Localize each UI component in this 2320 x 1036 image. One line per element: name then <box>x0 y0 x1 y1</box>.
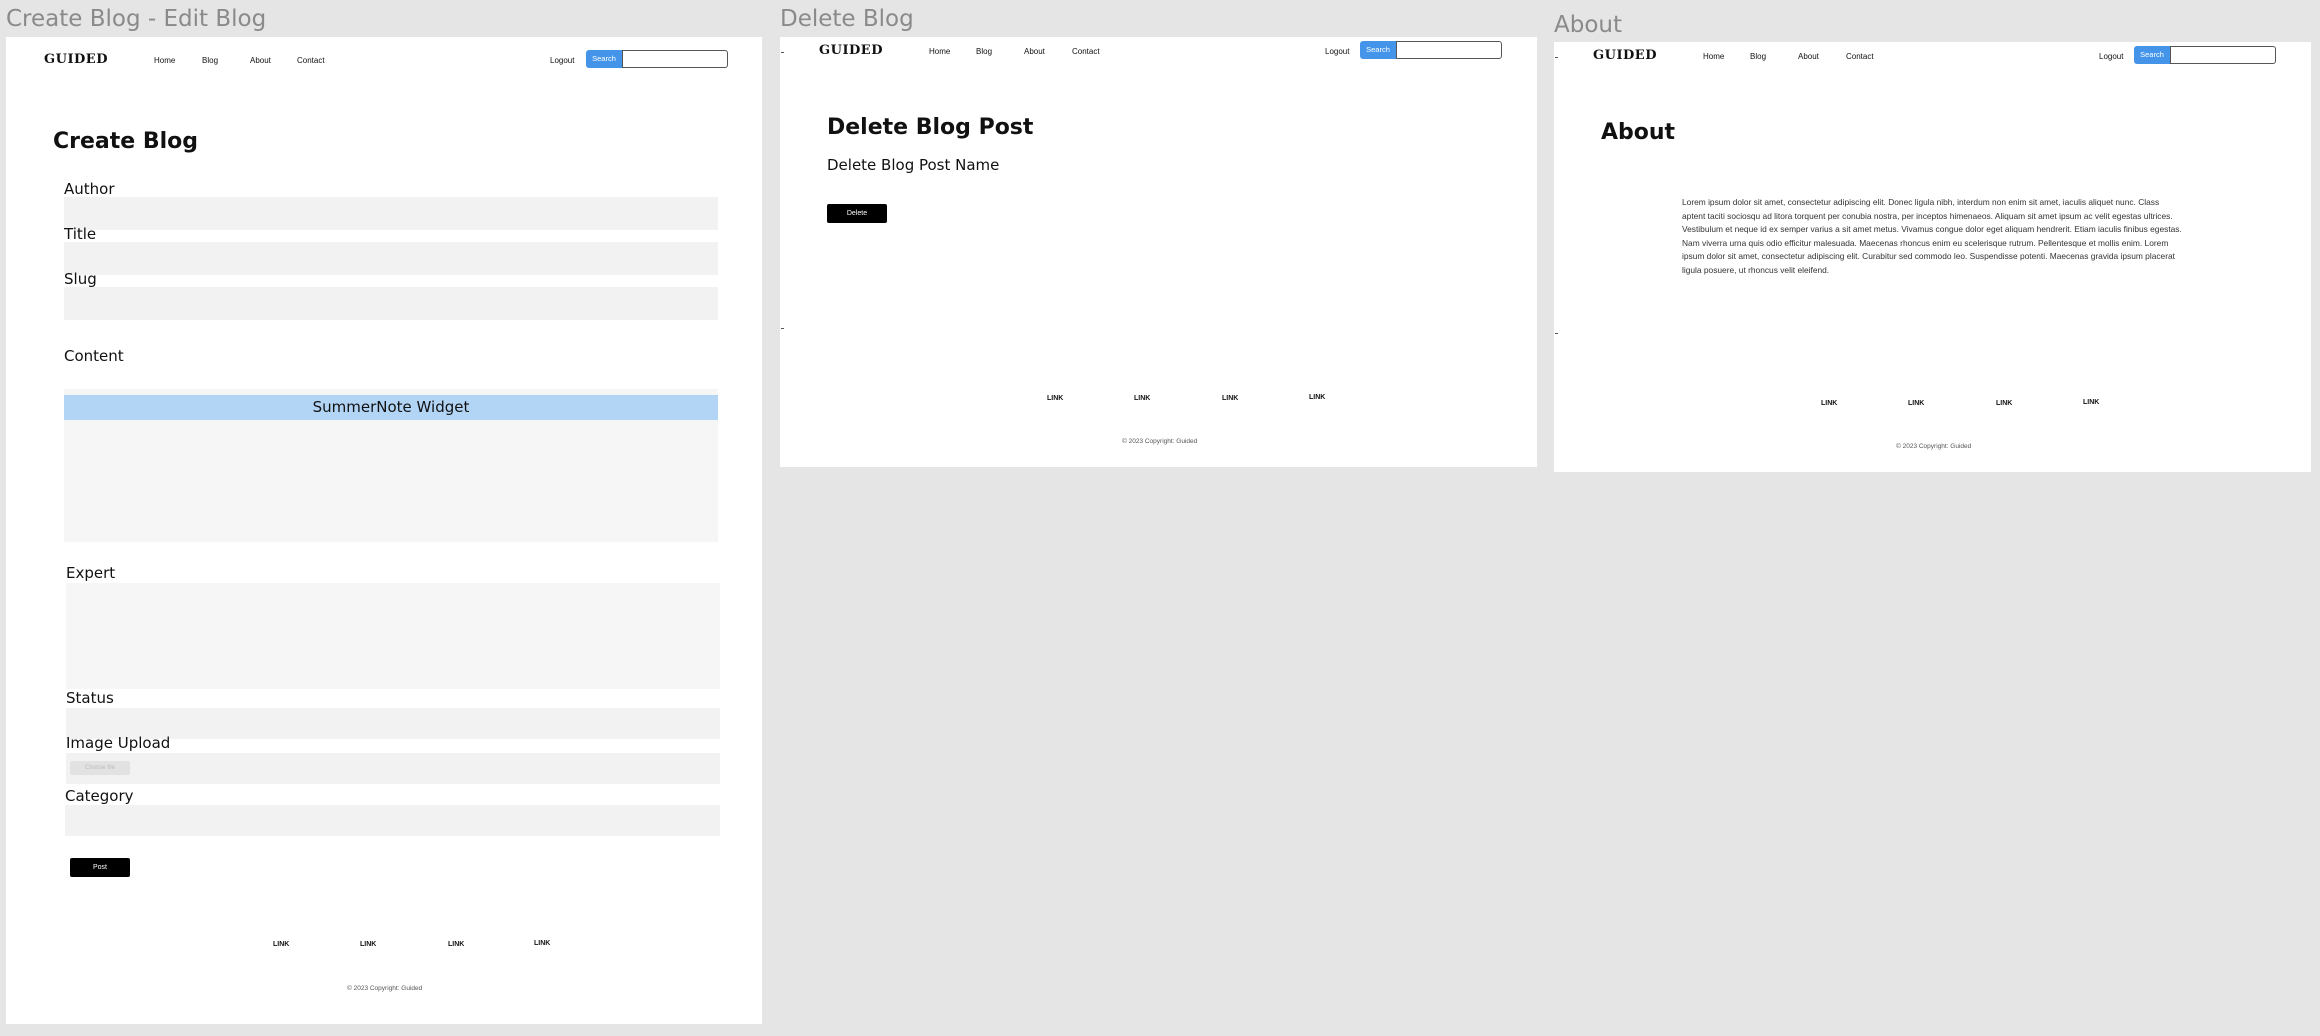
choose-file-button[interactable]: Choose file <box>70 761 130 775</box>
nav-about-link[interactable]: About <box>1024 47 1045 56</box>
search-input[interactable] <box>622 50 728 68</box>
title-label: Title <box>64 225 97 243</box>
post-button[interactable]: Post <box>70 858 130 877</box>
logo[interactable]: GUIDED <box>44 52 108 67</box>
footer-link-1[interactable]: LINK <box>1821 400 1837 407</box>
navbar: GUIDED Home Blog About Contact Logout Se… <box>1554 42 2311 86</box>
footer-link-2[interactable]: LINK <box>1908 400 1924 407</box>
category-field[interactable] <box>65 805 720 836</box>
frame-title-about: About <box>1554 12 1623 38</box>
delete-post-name: Delete Blog Post Name <box>827 156 1000 174</box>
expert-field[interactable] <box>66 583 720 689</box>
footer-link-1[interactable]: LINK <box>273 941 289 948</box>
frame-title-create: Create Blog - Edit Blog <box>6 6 267 32</box>
nav-blog-link[interactable]: Blog <box>976 47 992 56</box>
logo[interactable]: GUIDED <box>819 43 883 58</box>
about-body-text: Lorem ipsum dolor sit amet, consectetur … <box>1682 197 2182 275</box>
logo[interactable]: GUIDED <box>1593 48 1657 63</box>
nav-contact-link[interactable]: Contact <box>297 56 325 65</box>
search-button[interactable]: Search <box>586 50 622 68</box>
nav-home-link[interactable]: Home <box>929 47 950 56</box>
footer-link-3[interactable]: LINK <box>448 941 464 948</box>
logout-link[interactable]: Logout <box>2099 52 2123 61</box>
page-title: Delete Blog Post <box>827 115 1034 140</box>
footer-link-4[interactable]: LINK <box>2083 399 2099 406</box>
footer-link-4[interactable]: LINK <box>1309 394 1325 401</box>
frame-marker <box>781 328 784 329</box>
footer-link-4[interactable]: LINK <box>534 940 550 947</box>
nav-blog-link[interactable]: Blog <box>1750 52 1766 61</box>
footer-link-2[interactable]: LINK <box>1134 395 1150 402</box>
delete-blog-frame: GUIDED Home Blog About Contact Logout Se… <box>780 37 1537 467</box>
content-label: Content <box>64 347 124 365</box>
search-input[interactable] <box>2170 46 2276 64</box>
category-label: Category <box>65 787 134 805</box>
author-field[interactable] <box>64 197 718 230</box>
navbar: GUIDED Home Blog About Contact Logout Se… <box>780 37 1537 81</box>
nav-contact-link[interactable]: Contact <box>1072 47 1100 56</box>
footer-link-2[interactable]: LINK <box>360 941 376 948</box>
frame-title-delete: Delete Blog <box>780 6 914 32</box>
page-title: Create Blog <box>53 129 199 154</box>
nav-about-link[interactable]: About <box>1798 52 1819 61</box>
nav-home-link[interactable]: Home <box>154 56 175 65</box>
image-upload-label: Image Upload <box>66 734 171 752</box>
nav-contact-link[interactable]: Contact <box>1846 52 1874 61</box>
create-blog-frame: GUIDED Home Blog About Contact Logout Se… <box>6 37 762 1024</box>
footer-link-3[interactable]: LINK <box>1996 400 2012 407</box>
slug-field[interactable] <box>64 287 718 320</box>
navbar: GUIDED Home Blog About Contact Logout Se… <box>6 37 762 81</box>
search-button[interactable]: Search <box>1360 41 1396 59</box>
author-label: Author <box>64 180 115 198</box>
delete-button[interactable]: Delete <box>827 204 887 223</box>
copyright: © 2023 Copyright: Guided <box>1896 443 1972 450</box>
image-upload-field[interactable] <box>66 753 720 784</box>
nav-home-link[interactable]: Home <box>1703 52 1724 61</box>
logout-link[interactable]: Logout <box>1325 47 1349 56</box>
expert-label: Expert <box>66 564 116 582</box>
copyright: © 2023 Copyright: Guided <box>1122 438 1198 445</box>
nav-about-link[interactable]: About <box>250 56 271 65</box>
about-frame: GUIDED Home Blog About Contact Logout Se… <box>1554 42 2311 472</box>
copyright: © 2023 Copyright: Guided <box>347 985 423 992</box>
frame-marker <box>1555 333 1558 334</box>
search-input[interactable] <box>1396 41 1502 59</box>
search-button[interactable]: Search <box>2134 46 2170 64</box>
status-label: Status <box>66 689 114 707</box>
nav-blog-link[interactable]: Blog <box>202 56 218 65</box>
logout-link[interactable]: Logout <box>550 56 574 65</box>
page-title: About <box>1601 120 1676 145</box>
footer-link-3[interactable]: LINK <box>1222 395 1238 402</box>
slug-label: Slug <box>64 270 97 288</box>
summernote-widget-toolbar[interactable]: SummerNote Widget <box>64 395 718 420</box>
footer-link-1[interactable]: LINK <box>1047 395 1063 402</box>
title-field[interactable] <box>64 242 718 275</box>
